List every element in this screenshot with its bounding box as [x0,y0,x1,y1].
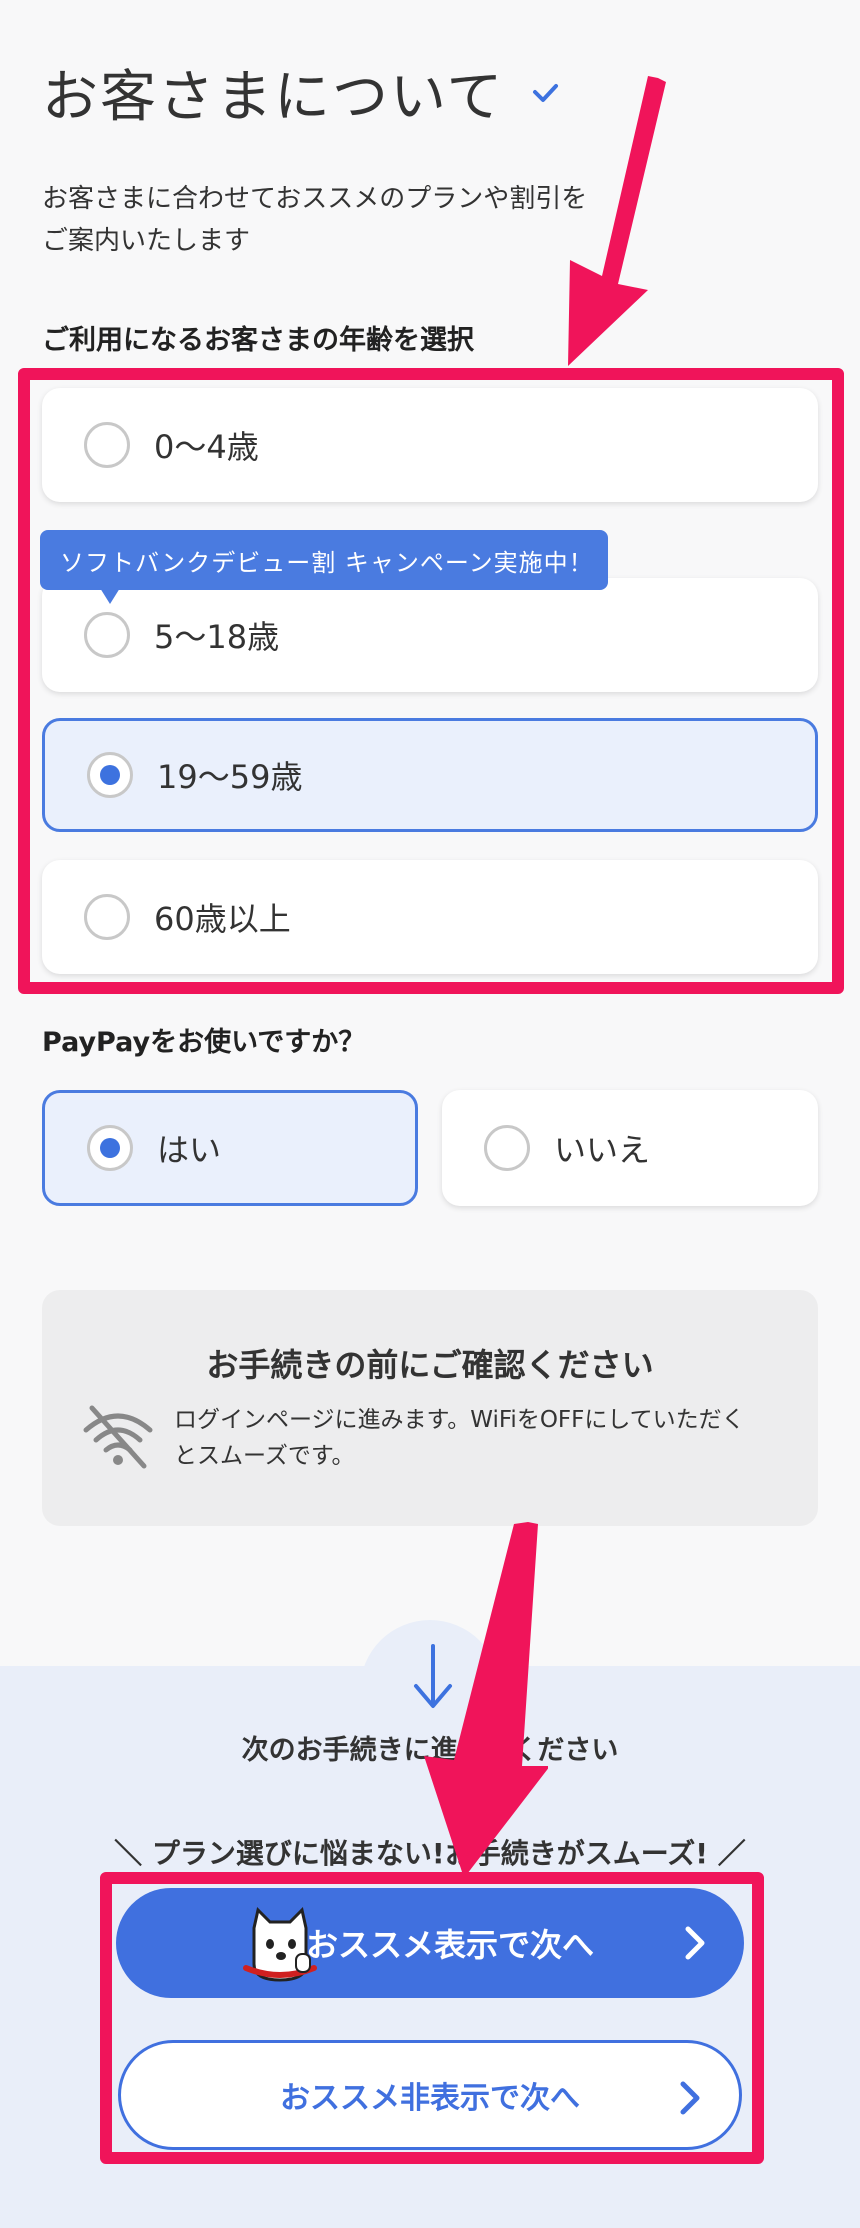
notice-text: ログインページに進みます。WiFiをOFFにしていただく とスムーズです。 [174,1402,794,1474]
campaign-badge-tail [100,588,120,604]
radio-button[interactable] [87,1125,133,1171]
radio-button[interactable] [84,894,130,940]
paypay-option-label: いいえ [554,1131,651,1169]
radio-button[interactable] [87,752,133,798]
age-option-label: 5〜18歳 [154,618,280,656]
paypay-option-label: はい [157,1131,222,1169]
age-section-label: ご利用になるお客さまの年齢を選択 [42,325,474,356]
notice-title: お手続きの前にご確認ください [206,1346,654,1384]
intro-text: お客さまに合わせておススメのプランや割引を ご案内いたします [42,178,662,262]
chevron-right-icon [680,2081,700,2115]
age-option-19-59[interactable]: 19〜59歳 [42,718,818,832]
age-option-label: 19〜59歳 [157,758,303,796]
paypay-option-yes[interactable]: はい [42,1090,418,1206]
radio-button[interactable] [84,612,130,658]
notice-line-2: とスムーズです。 [174,1443,355,1469]
radio-button[interactable] [484,1125,530,1171]
age-option-5-18[interactable]: 5〜18歳 [42,578,818,692]
age-option-60-plus[interactable]: 60歳以上 [42,860,818,974]
notice-box: お手続きの前にご確認ください ログインページに進みます。WiFiをOFFにしてい… [42,1290,818,1526]
age-option-0-4[interactable]: 0〜4歳 [42,388,818,502]
intro-line-1: お客さまに合わせておススメのプランや割引を [42,184,588,214]
wifi-off-icon [83,1405,153,1469]
page: お客さまについて お客さまに合わせておススメのプランや割引を ご案内いたします … [0,0,860,2228]
age-option-label: 0〜4歳 [154,428,259,466]
next-without-recommendation-button[interactable]: おススメ非表示で次へ [118,2040,742,2150]
header: お客さまについて [42,52,560,133]
age-option-label: 60歳以上 [154,900,291,938]
next-instruction: 次のお手続きに進んでください [241,1735,619,1766]
next-without-recommendation-label: おススメ非表示で次へ [280,2081,580,2116]
page-title: お客さまについて [42,65,505,130]
next-with-recommendation-label: おススメ表示で次へ [305,1926,594,1964]
notice-line-1: ログインページに進みます。WiFiをOFFにしていただく [174,1407,745,1433]
check-icon [533,83,559,102]
campaign-badge: ソフトバンクデビュー割 キャンペーン実施中！ [40,530,608,590]
chevron-right-icon [685,1926,705,1960]
intro-line-2: ご案内いたします [42,226,251,256]
next-with-recommendation-button[interactable]: おススメ表示で次へ [116,1888,744,1998]
arrow-down-icon [414,1644,452,1708]
paypay-section-label: PayPayをお使いですか？ [42,1027,366,1058]
dog-mascot-icon [243,1907,317,1982]
paypay-option-no[interactable]: いいえ [442,1090,818,1206]
promo-text: ＼ プラン選びに悩まない!お手続きがスムーズ! ／ [114,1837,746,1870]
radio-button[interactable] [84,422,130,468]
